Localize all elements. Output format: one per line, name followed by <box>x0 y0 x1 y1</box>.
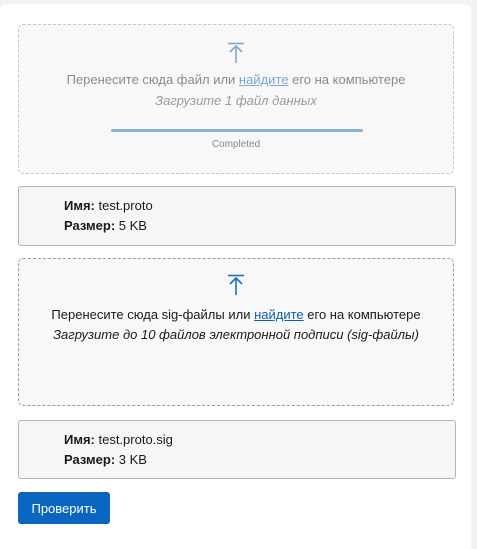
browse-link[interactable]: найдите <box>239 72 289 87</box>
dropzone-hint: Загрузите 1 файл данных <box>155 93 317 108</box>
prompt-text: его на компьютере <box>288 72 406 87</box>
upload-arrow-icon <box>228 274 244 295</box>
dropzone-hint: Загрузите до 10 файлов электронной подпи… <box>53 327 419 342</box>
upload-progress-bar <box>111 129 363 132</box>
file-size-value: 3 KB <box>115 452 147 467</box>
file-size-key: Размер: <box>64 452 116 467</box>
file-name-key: Имя: <box>64 432 95 447</box>
prompt-text: Перенесите сюда sig-файлы или <box>51 307 255 322</box>
dropzone-prompt: Перенесите сюда sig-файлы или найдите ег… <box>19 306 453 323</box>
upload-card: Перенесите сюда файл или найдите его на … <box>0 4 471 549</box>
file-size-row: Размер: 5 KB <box>64 216 147 236</box>
file-name-row: Имя: test.proto <box>64 196 153 216</box>
dropzone-prompt: Перенесите сюда файл или найдите его на … <box>19 71 453 88</box>
data-file-dropzone[interactable]: Перенесите сюда файл или найдите его на … <box>18 24 454 174</box>
file-name-value: test.proto <box>94 198 153 213</box>
prompt-text: Перенесите сюда файл или <box>66 72 239 87</box>
prompt-text: его на компьютере <box>303 307 421 322</box>
upload-arrow-icon <box>228 42 244 63</box>
file-name-key: Имя: <box>64 198 95 213</box>
sig-file-info: Имя: test.proto.sig Размер: 3 KB <box>18 420 456 479</box>
file-name-value: test.proto.sig <box>94 432 173 447</box>
upload-progress-label: Completed <box>211 139 261 150</box>
upload-progress-fill <box>111 129 363 132</box>
check-button[interactable]: Проверить <box>18 492 110 524</box>
data-file-info: Имя: test.proto Размер: 5 KB <box>18 186 456 246</box>
file-size-key: Размер: <box>64 218 116 233</box>
browse-link[interactable]: найдите <box>254 307 304 322</box>
file-name-row: Имя: test.proto.sig <box>64 430 173 450</box>
file-size-value: 5 KB <box>115 218 147 233</box>
sig-file-dropzone[interactable]: Перенесите сюда sig-файлы или найдите ег… <box>18 258 454 406</box>
file-size-row: Размер: 3 KB <box>64 450 147 470</box>
